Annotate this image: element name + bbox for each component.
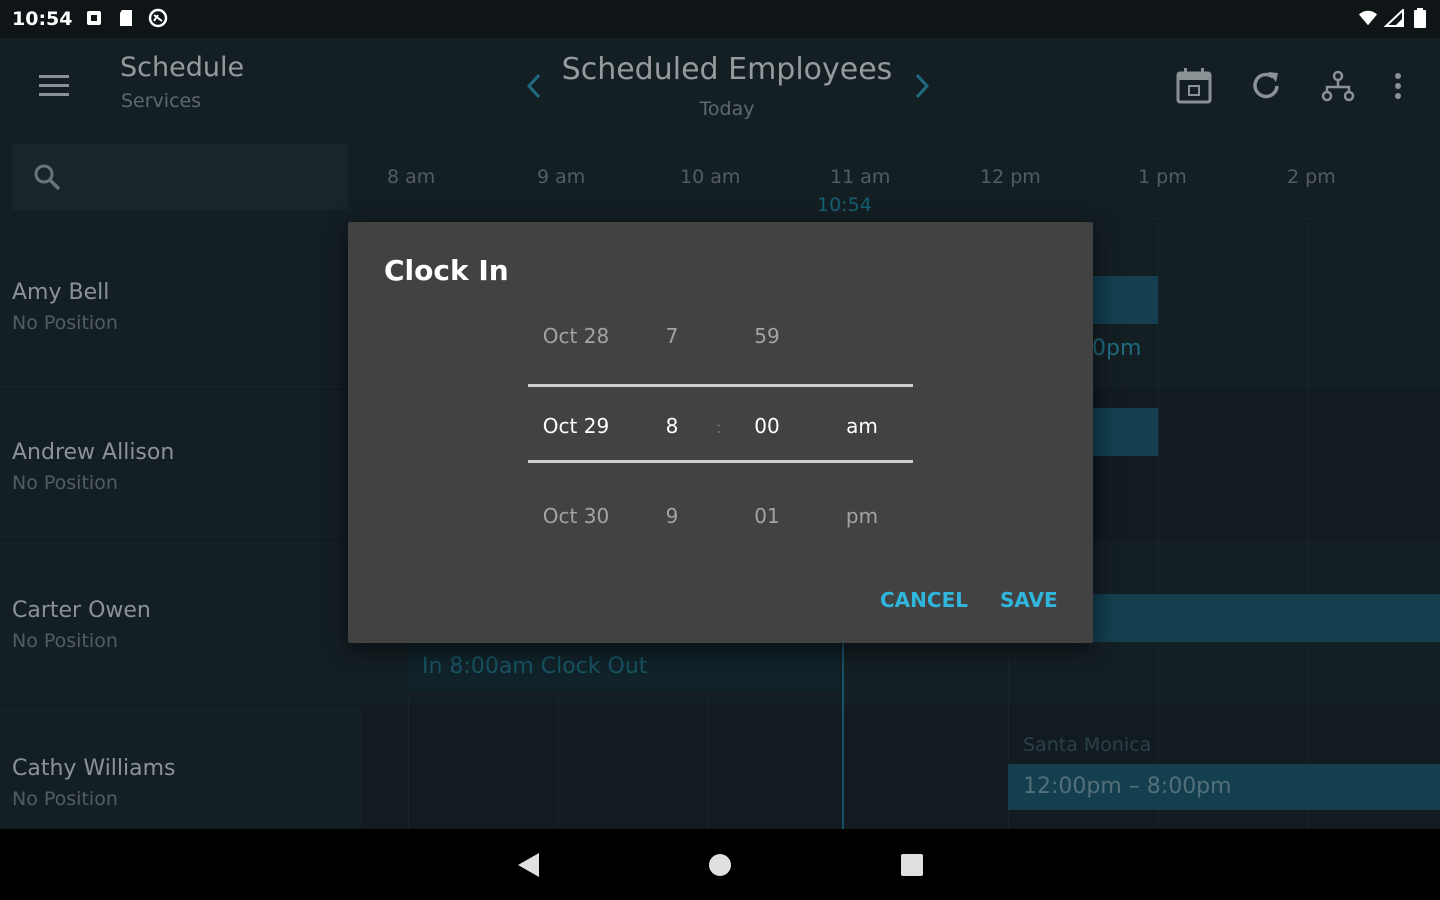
- save-button[interactable]: SAVE: [1000, 588, 1058, 612]
- picker-divider-top: [528, 384, 913, 387]
- picker-minute-selected[interactable]: 00: [742, 414, 792, 438]
- picker-date-prev[interactable]: Oct 28: [528, 324, 624, 348]
- datetime-picker[interactable]: Oct 28 7 59 Oct 29 8 : 00 am Oct 30 9 01…: [528, 312, 913, 562]
- picker-hour-prev[interactable]: 7: [648, 324, 696, 348]
- picker-hour-next[interactable]: 9: [648, 504, 696, 528]
- cancel-button[interactable]: CANCEL: [880, 588, 968, 612]
- clock-in-dialog: Clock In Oct 28 7 59 Oct 29 8 : 00 am Oc…: [348, 222, 1093, 643]
- system-nav-bar: [0, 829, 1440, 900]
- battery-icon: [1410, 8, 1430, 28]
- sd-card-icon: [116, 8, 136, 28]
- picker-separator: :: [716, 418, 722, 437]
- picker-date-selected[interactable]: Oct 29: [528, 414, 624, 438]
- wifi-icon: [1358, 8, 1378, 28]
- screen: 10:54 Schedule Services Scheduled Employ…: [0, 0, 1440, 900]
- recents-square-icon: [901, 854, 923, 876]
- back-triangle-icon: [518, 853, 539, 877]
- picker-divider-bottom: [528, 460, 913, 463]
- home-circle-icon: [709, 854, 731, 876]
- picker-date-next[interactable]: Oct 30: [528, 504, 624, 528]
- picker-minute-prev[interactable]: 59: [742, 324, 792, 348]
- recents-button[interactable]: [896, 849, 928, 881]
- back-button[interactable]: [512, 849, 544, 881]
- status-time: 10:54: [12, 8, 73, 30]
- status-bar: 10:54: [0, 0, 1440, 38]
- notification-icon: [84, 8, 104, 28]
- picker-hour-selected[interactable]: 8: [648, 414, 696, 438]
- sync-icon: [148, 8, 168, 28]
- dialog-title: Clock In: [384, 254, 509, 287]
- picker-minute-next[interactable]: 01: [742, 504, 792, 528]
- picker-ampm-next[interactable]: pm: [834, 504, 890, 528]
- home-button[interactable]: [704, 849, 736, 881]
- cell-signal-icon: [1384, 8, 1404, 28]
- picker-ampm-selected[interactable]: am: [834, 414, 890, 438]
